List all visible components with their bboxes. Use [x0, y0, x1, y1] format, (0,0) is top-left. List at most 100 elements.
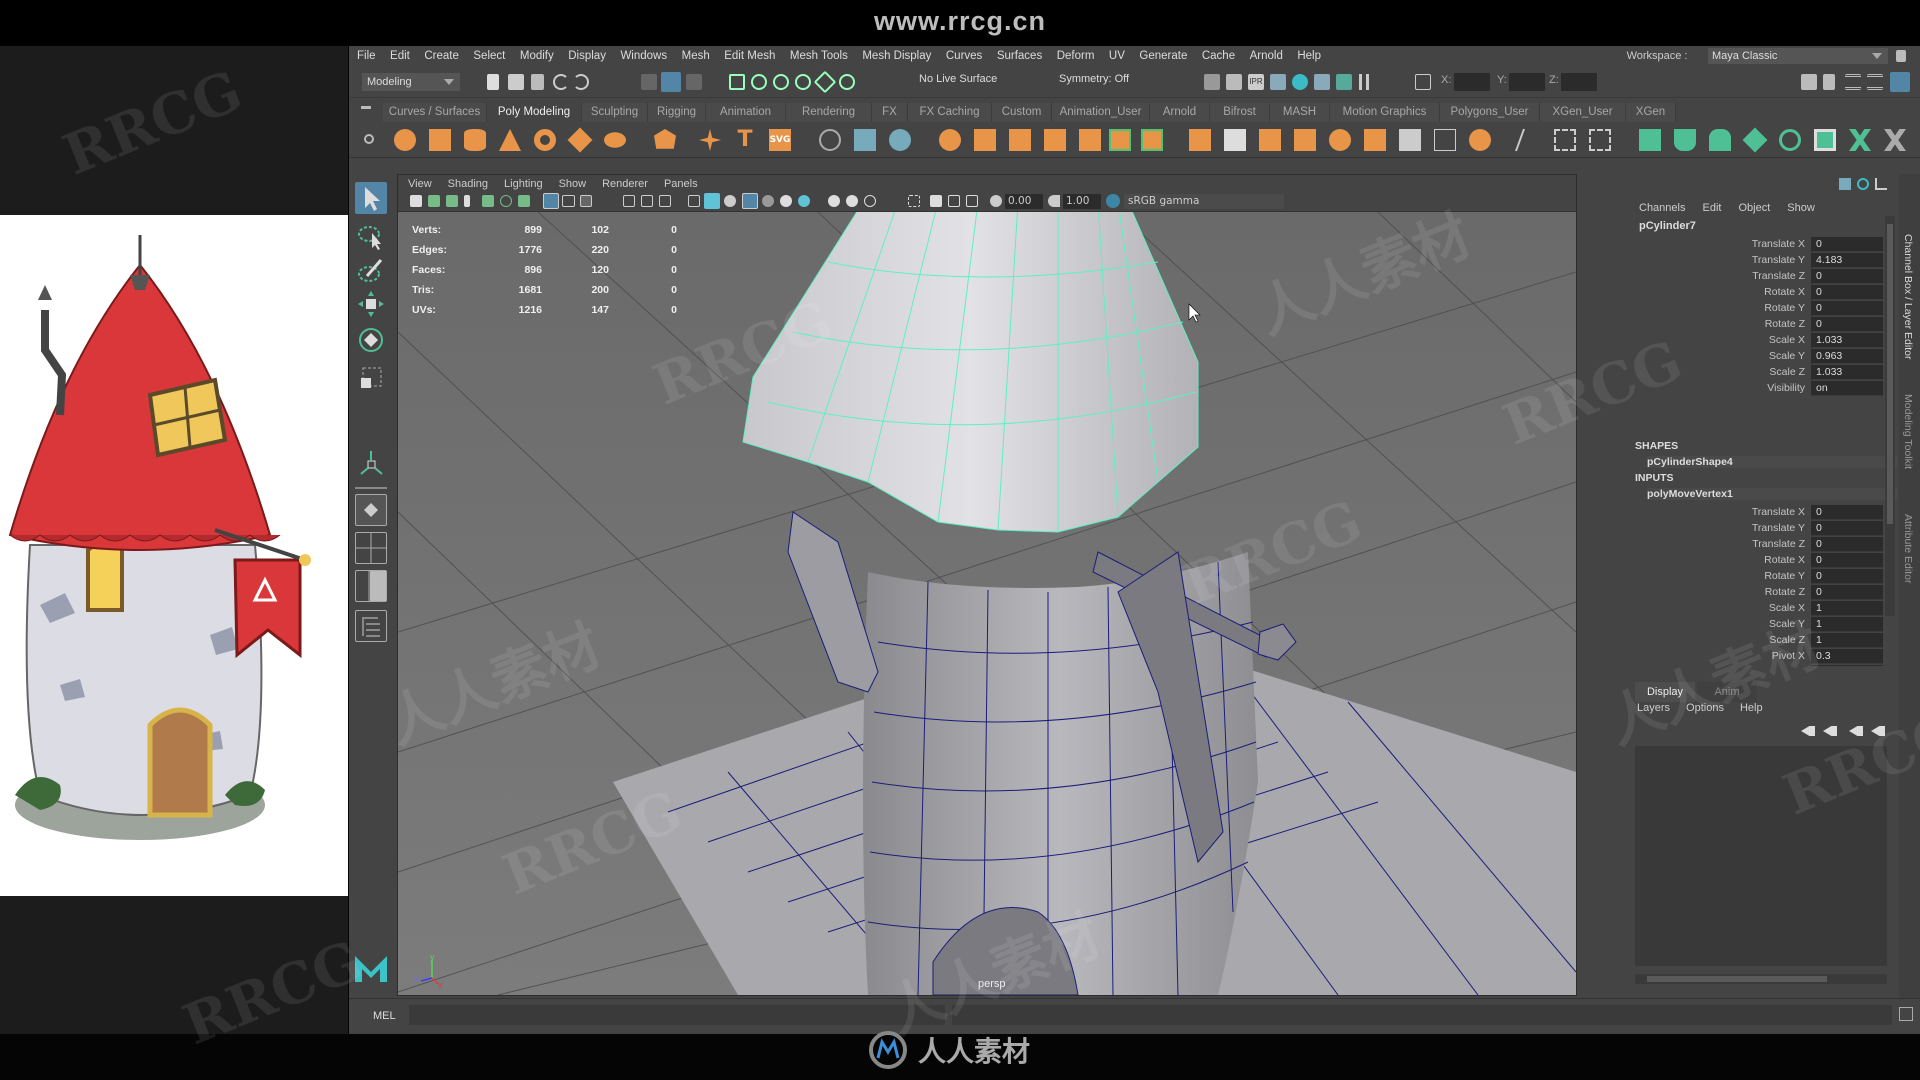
side-tab-modeling-toolkit[interactable]: Modeling Toolkit [1902, 394, 1914, 469]
xray-joints-icon[interactable] [948, 195, 960, 207]
open-scene-icon[interactable] [508, 74, 524, 90]
exposure-field[interactable]: 0.00 [1005, 194, 1043, 209]
xray-components-icon[interactable] [966, 195, 978, 207]
shelf-tab-bifrost[interactable]: Bifrost [1210, 103, 1270, 122]
scrollbar-thumb[interactable] [1647, 976, 1827, 982]
mel-label[interactable]: MEL [373, 1010, 396, 1022]
connect-icon[interactable] [1554, 129, 1576, 151]
field-chart-icon[interactable] [623, 195, 635, 207]
snap-point-icon[interactable] [773, 74, 789, 90]
transform-constraint-icon[interactable] [1415, 74, 1431, 90]
input-node[interactable]: polyMoveVertex1 [1647, 488, 1897, 500]
menu-help[interactable]: Help [1297, 50, 1321, 62]
menu-mesh-tools[interactable]: Mesh Tools [790, 50, 848, 62]
attribute-value-field[interactable]: 1 [1811, 600, 1883, 616]
attribute-value-field[interactable]: 0 [1811, 268, 1883, 284]
tool-settings-icon[interactable] [1867, 74, 1883, 90]
viewport-canvas[interactable]: Verts: 899 102 0 Edges: 1776 220 0 Faces: 896 12… [398, 212, 1576, 995]
textured-icon[interactable] [762, 195, 774, 207]
viewport-menu-view[interactable]: View [408, 178, 432, 190]
menu-edit-mesh[interactable]: Edit Mesh [724, 50, 775, 62]
move-layer-up-icon[interactable] [1801, 726, 1815, 736]
grease-pencil-icon[interactable] [518, 195, 530, 207]
isolate-select-icon[interactable] [908, 195, 920, 207]
resolution-gate-icon[interactable] [580, 195, 592, 207]
attribute-name[interactable]: Visibility [1631, 382, 1811, 394]
new-layer-icon[interactable] [1849, 726, 1863, 736]
selected-object-name[interactable]: pCylinder7 [1639, 220, 1696, 232]
poly-cylinder-icon[interactable] [464, 129, 486, 151]
attribute-value-field[interactable]: 4.183 [1811, 252, 1883, 268]
layer-menu-help[interactable]: Help [1740, 702, 1763, 720]
menu-generate[interactable]: Generate [1139, 50, 1187, 62]
sculpt-tool-icon[interactable] [819, 129, 841, 151]
menu-surfaces[interactable]: Surfaces [997, 50, 1042, 62]
edit-edge-flow-icon[interactable] [1589, 129, 1611, 151]
shelf-tab-xgen[interactable]: XGen [1626, 103, 1676, 122]
uv-editor-icon[interactable] [889, 129, 911, 151]
separate-icon[interactable] [974, 129, 996, 151]
bookmark-icon[interactable] [464, 195, 470, 207]
color-management-icon[interactable] [1106, 194, 1120, 208]
render-settings-icon[interactable] [1270, 74, 1286, 90]
attribute-name[interactable]: Scale Y [1631, 350, 1811, 362]
menu-arnold[interactable]: Arnold [1250, 50, 1283, 62]
wireframe-on-shaded-icon[interactable] [742, 193, 758, 209]
shelf-tab-rigging[interactable]: Rigging [648, 103, 706, 122]
layer-menu-layers[interactable]: Layers [1637, 702, 1670, 720]
shelf-tab-curves-surfaces[interactable]: Curves / Surfaces [383, 103, 487, 122]
scrollbar-thumb[interactable] [1887, 224, 1893, 524]
merge-icon[interactable] [1399, 129, 1421, 151]
viewport-menu-show[interactable]: Show [559, 178, 587, 190]
grid-toggle-icon[interactable] [543, 193, 559, 209]
film-gate-icon[interactable] [562, 195, 575, 207]
select-camera-icon[interactable] [410, 195, 422, 207]
target-weld-icon[interactable] [854, 129, 876, 151]
select-by-object-icon[interactable] [661, 72, 681, 92]
shelf-tab-animation[interactable]: Animation [706, 103, 786, 122]
viewport-menu-shading[interactable]: Shading [448, 178, 488, 190]
snap-projected-center-icon[interactable] [795, 74, 811, 90]
four-view-layout[interactable] [355, 532, 387, 564]
menu-create[interactable]: Create [424, 50, 459, 62]
attribute-name[interactable]: Rotate X [1631, 554, 1811, 566]
channel-menu-show[interactable]: Show [1787, 202, 1815, 214]
select-by-hierarchy-icon[interactable] [641, 74, 657, 90]
uv-texture-editor-icon[interactable] [1814, 129, 1836, 151]
shelf-menu-icon[interactable] [361, 106, 371, 109]
poke-icon[interactable] [1434, 129, 1456, 151]
use-all-lights-icon[interactable] [780, 195, 792, 207]
type-tool-icon[interactable]: T [734, 129, 756, 151]
arnold-render-icon[interactable] [1336, 74, 1352, 90]
menu-cache[interactable]: Cache [1202, 50, 1235, 62]
shelf-tab-sculpting[interactable]: Sculpting [582, 103, 648, 122]
attribute-value-field[interactable]: 0 [1811, 284, 1883, 300]
attribute-value-field[interactable]: 3.22 [1811, 664, 1883, 666]
attribute-value-field[interactable]: 0.963 [1811, 348, 1883, 364]
insert-edge-loop-icon[interactable] [1469, 129, 1491, 151]
show-manipulator-tool[interactable] [355, 447, 387, 479]
menu-edit[interactable]: Edit [390, 50, 410, 62]
paint-select-tool[interactable] [355, 254, 387, 286]
side-tab-attribute-editor[interactable]: Attribute Editor [1902, 514, 1914, 583]
undo-icon[interactable] [553, 74, 569, 90]
menu-file[interactable]: File [357, 50, 376, 62]
move-tool[interactable] [355, 288, 387, 320]
character-controls-icon[interactable] [1823, 74, 1835, 90]
cut-uv-icon[interactable] [1849, 129, 1871, 151]
poly-cube-icon[interactable] [429, 129, 451, 151]
channel-menu-channels[interactable]: Channels [1639, 202, 1685, 214]
camera-attributes-icon[interactable] [446, 195, 458, 207]
attribute-name[interactable]: Scale Z [1631, 366, 1811, 378]
poly-sphere-icon[interactable] [394, 129, 416, 151]
rotate-tool[interactable] [355, 324, 387, 356]
channel-box-sync-icon[interactable] [1857, 178, 1869, 190]
workspace-dropdown[interactable]: Maya Classic [1708, 48, 1888, 64]
attribute-value-field[interactable]: 0 [1811, 316, 1883, 332]
shape-node[interactable]: pCylinderShape4 [1647, 456, 1897, 468]
lock-camera-icon[interactable] [428, 195, 440, 207]
menu-deform[interactable]: Deform [1057, 50, 1095, 62]
viewport-menu-lighting[interactable]: Lighting [504, 178, 543, 190]
shelf-tab-custom[interactable]: Custom [992, 103, 1052, 122]
new-scene-icon[interactable] [487, 74, 499, 90]
